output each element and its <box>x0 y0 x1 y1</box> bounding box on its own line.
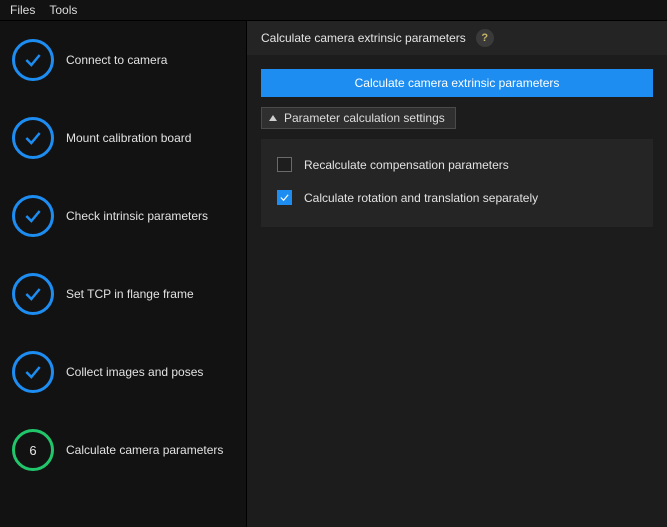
step-mount-board[interactable]: Mount calibration board <box>12 117 234 159</box>
step-label: Check intrinsic parameters <box>66 209 208 223</box>
step-set-tcp[interactable]: Set TCP in flange frame <box>12 273 234 315</box>
main: Connect to camera Mount calibration boar… <box>0 20 667 527</box>
menu-files[interactable]: Files <box>10 3 35 17</box>
page-title: Calculate camera extrinsic parameters <box>261 31 466 45</box>
content-body: Calculate camera extrinsic parameters Pa… <box>247 55 667 241</box>
menubar: Files Tools <box>0 0 667 20</box>
setting-separate-rotation[interactable]: Calculate rotation and translation separ… <box>277 190 637 205</box>
setting-label: Calculate rotation and translation separ… <box>304 191 538 205</box>
step-label: Connect to camera <box>66 53 167 67</box>
step-connect-camera[interactable]: Connect to camera <box>12 39 234 81</box>
settings-toggle-label: Parameter calculation settings <box>284 111 445 125</box>
checkmark-icon <box>12 351 54 393</box>
step-number: 6 <box>29 443 36 458</box>
step-label: Collect images and poses <box>66 365 203 379</box>
step-label: Calculate camera parameters <box>66 443 223 457</box>
checkmark-icon <box>12 39 54 81</box>
content-header: Calculate camera extrinsic parameters ? <box>247 21 667 55</box>
step-label: Mount calibration board <box>66 131 191 145</box>
menu-tools[interactable]: Tools <box>49 3 77 17</box>
step-check-intrinsic[interactable]: Check intrinsic parameters <box>12 195 234 237</box>
sidebar-steps: Connect to camera Mount calibration boar… <box>0 21 246 527</box>
checkmark-icon <box>12 117 54 159</box>
step-label: Set TCP in flange frame <box>66 287 194 301</box>
chevron-up-icon <box>268 113 278 123</box>
help-icon[interactable]: ? <box>476 29 494 47</box>
checkbox-separate-rotation[interactable] <box>277 190 292 205</box>
step-calculate-params[interactable]: 6 Calculate camera parameters <box>12 429 234 471</box>
checkbox-recalculate[interactable] <box>277 157 292 172</box>
setting-recalculate[interactable]: Recalculate compensation parameters <box>277 157 637 172</box>
calculate-button[interactable]: Calculate camera extrinsic parameters <box>261 69 653 97</box>
settings-panel: Recalculate compensation parameters Calc… <box>261 139 653 227</box>
checkmark-icon <box>12 273 54 315</box>
content: Calculate camera extrinsic parameters ? … <box>246 21 667 527</box>
settings-toggle[interactable]: Parameter calculation settings <box>261 107 456 129</box>
checkmark-icon <box>12 195 54 237</box>
step-collect-poses[interactable]: Collect images and poses <box>12 351 234 393</box>
step-number-icon: 6 <box>12 429 54 471</box>
setting-label: Recalculate compensation parameters <box>304 158 509 172</box>
